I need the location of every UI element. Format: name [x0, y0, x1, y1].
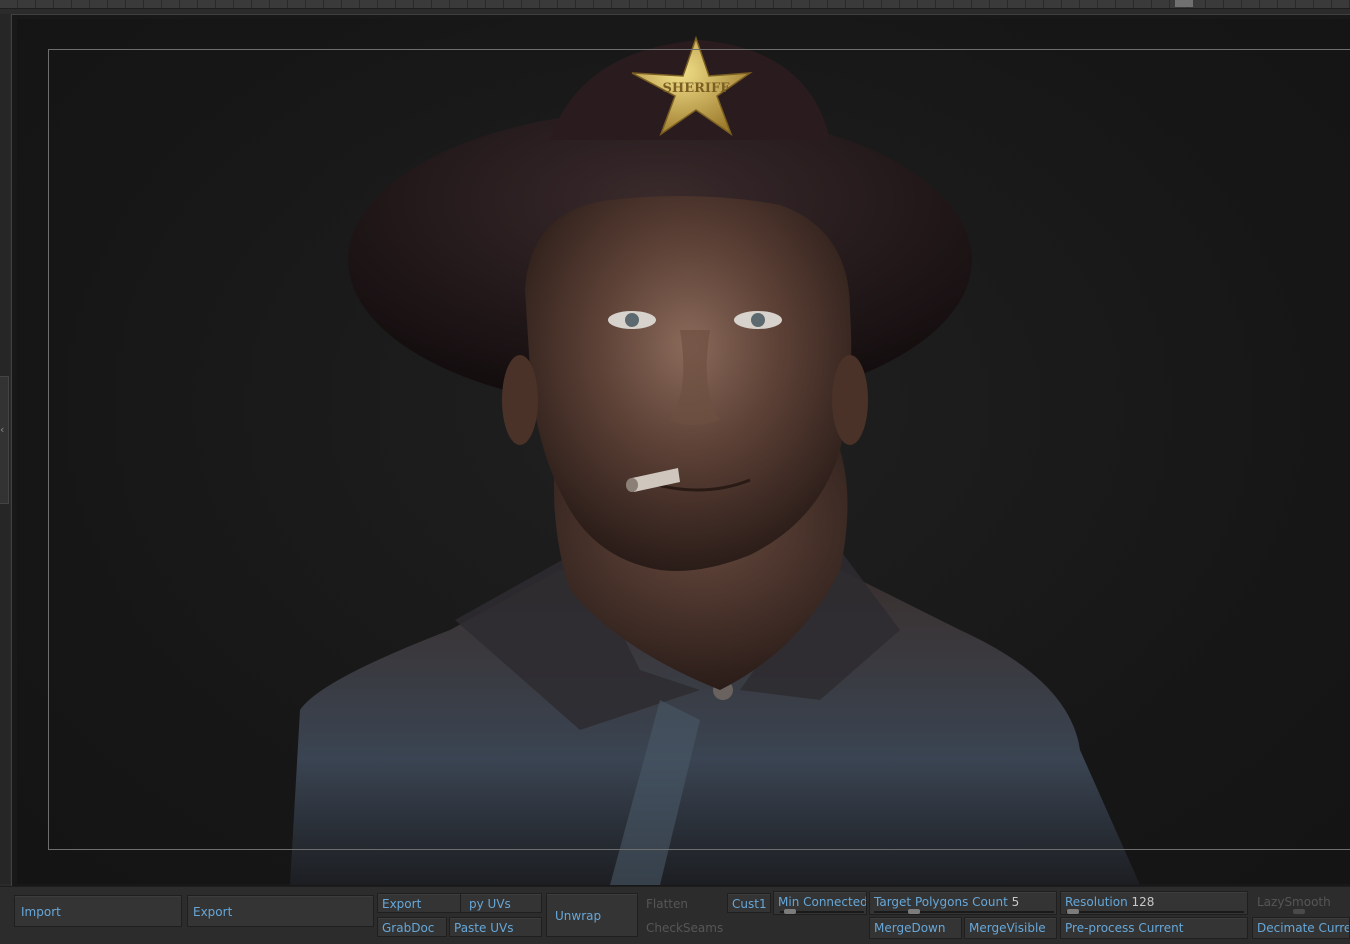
- flatten-label: Flatten: [646, 897, 688, 911]
- cust1-button[interactable]: Cust1: [727, 893, 771, 913]
- copy-uvs-label: py UVs: [469, 897, 511, 911]
- target-polygons-value: 5: [1011, 895, 1020, 909]
- export-uv-label: Export: [382, 897, 422, 911]
- checkseams-button[interactable]: CheckSeams: [641, 917, 725, 937]
- paste-uvs-button[interactable]: Paste UVs: [449, 917, 542, 937]
- collapse-arrows-icon: ‹: [0, 423, 5, 436]
- resolution-knob[interactable]: [1067, 909, 1079, 914]
- resolution-value: 128: [1131, 895, 1155, 909]
- paste-uvs-label: Paste UVs: [454, 921, 514, 935]
- geometry-palette: Import Export Export py UVs GrabDoc Past…: [0, 886, 1350, 944]
- export-label: Export: [193, 905, 233, 919]
- unwrap-label: Unwrap: [555, 909, 602, 923]
- import-button[interactable]: Import: [14, 895, 182, 927]
- resolution-track: [1066, 911, 1244, 913]
- document-bounds: [48, 49, 1350, 850]
- mergedown-label: MergeDown: [874, 921, 946, 935]
- left-tray-toggle[interactable]: ‹: [0, 376, 9, 504]
- lazysmooth-knob[interactable]: [1293, 909, 1305, 914]
- target-polygons-label: Target Polygons Count: [874, 895, 1008, 909]
- target-polygons-track: [874, 911, 1054, 913]
- preprocess-label: Pre-process Current: [1065, 921, 1184, 935]
- min-connected-knob[interactable]: [784, 909, 796, 914]
- lazysmooth-label: LazySmooth: [1257, 895, 1331, 909]
- left-tray: ‹: [0, 14, 10, 884]
- import-label: Import: [21, 905, 61, 919]
- decimate-label: Decimate Curren: [1257, 921, 1350, 935]
- unwrap-button[interactable]: Unwrap: [546, 893, 638, 937]
- mergevisible-label: MergeVisible: [969, 921, 1046, 935]
- cust1-label: Cust1: [732, 897, 767, 911]
- grabdoc-label: GrabDoc: [382, 921, 435, 935]
- export-uv-button[interactable]: Export: [377, 893, 469, 913]
- min-connected-label: Min Connected F: [778, 895, 867, 909]
- export-button[interactable]: Export: [187, 895, 374, 927]
- mergedown-button[interactable]: MergeDown: [869, 917, 962, 939]
- resolution-label: Resolution: [1065, 895, 1128, 909]
- target-polygons-knob[interactable]: [908, 909, 920, 914]
- copy-uvs-button[interactable]: py UVs: [460, 893, 542, 913]
- grabdoc-button[interactable]: GrabDoc: [377, 917, 447, 937]
- decimate-current-button[interactable]: Decimate Curren: [1252, 917, 1350, 939]
- ruler-scroll-thumb[interactable]: [1175, 0, 1193, 7]
- preprocess-current-button[interactable]: Pre-process Current: [1060, 917, 1248, 939]
- checkseams-label: CheckSeams: [646, 921, 724, 935]
- flatten-button[interactable]: Flatten: [641, 893, 725, 913]
- top-ruler[interactable]: [0, 0, 1350, 9]
- mergevisible-button[interactable]: MergeVisible: [964, 917, 1057, 939]
